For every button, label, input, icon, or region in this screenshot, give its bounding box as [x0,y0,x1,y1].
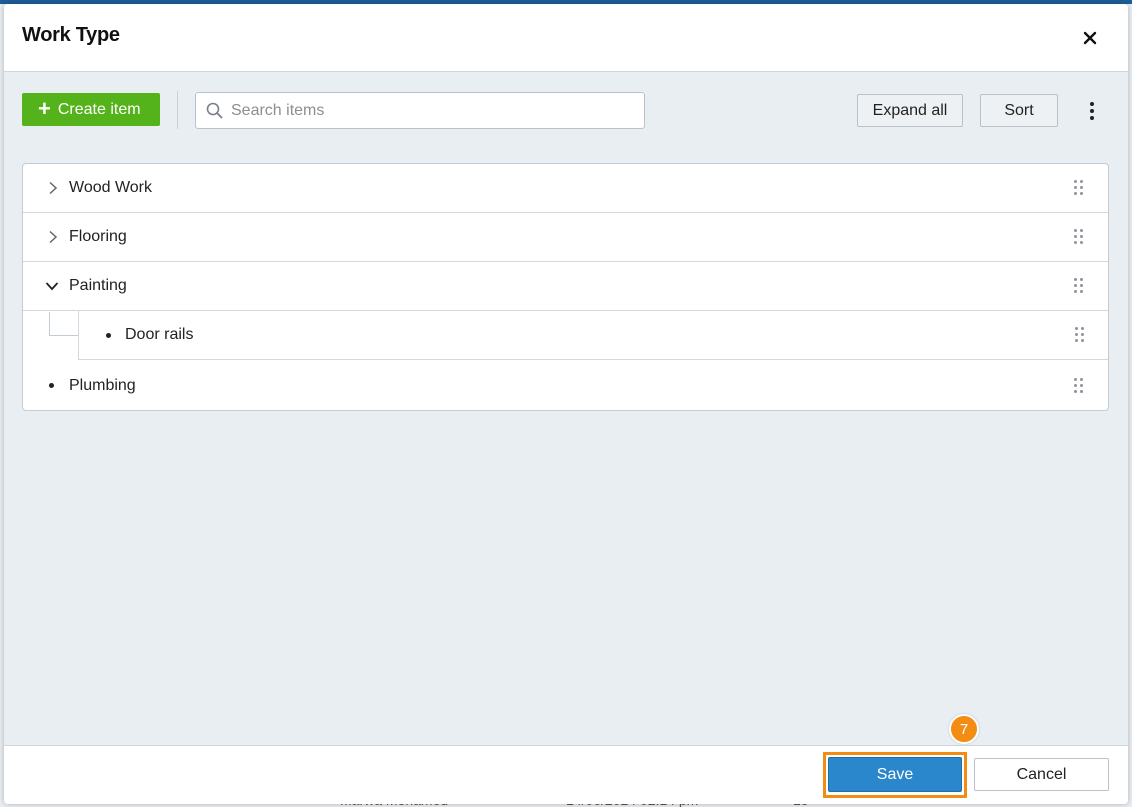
expand-all-button[interactable]: Expand all [857,94,963,127]
search-input[interactable] [231,101,631,120]
search-field[interactable] [195,92,645,129]
create-item-label: Create item [57,100,141,118]
drag-handle-icon[interactable] [1074,229,1084,245]
close-icon [1083,31,1097,45]
tree-item-label: Flooring [69,228,127,245]
more-vertical-icon [1090,102,1094,120]
bullet-icon [49,383,54,388]
tree-connector [49,312,78,336]
tree-item-label: Wood Work [69,179,152,196]
tree-item-flooring[interactable]: Flooring [23,213,1108,262]
chevron-right-icon[interactable] [46,181,60,195]
close-button[interactable] [1076,24,1104,52]
save-button[interactable]: Save [828,757,962,792]
drag-handle-icon[interactable] [1074,180,1084,196]
sort-button[interactable]: Sort [980,94,1058,127]
create-item-button[interactable]: + Create item [22,93,160,126]
cancel-button[interactable]: Cancel [974,758,1109,791]
bullet-icon [106,332,111,338]
search-icon [206,102,223,119]
work-type-dialog: Work Type + Create item Expand all Sort [4,4,1128,804]
toolbar: + Create item Expand all Sort [4,72,1128,144]
more-options-button[interactable] [1080,96,1104,126]
dialog-footer: Save Cancel [4,745,1128,804]
drag-handle-icon[interactable] [1074,377,1084,394]
drag-handle-icon[interactable] [1074,278,1084,294]
chevron-right-icon[interactable] [46,230,60,244]
chevron-down-icon[interactable] [45,279,59,293]
step-badge: 7 [949,714,979,744]
tree-item-label: Door rails [125,326,194,343]
dialog-title: Work Type [22,24,120,46]
work-type-tree: Wood Work Flooring Painting Door rails P… [22,163,1109,411]
tree-item-painting[interactable]: Painting [23,262,1108,311]
tree-item-plumbing[interactable]: Plumbing [23,361,1108,410]
plus-icon: + [38,95,51,121]
tree-item-wood-work[interactable]: Wood Work [23,164,1108,213]
tree-item-label: Painting [69,277,127,294]
dialog-header: Work Type [4,4,1128,72]
drag-handle-icon[interactable] [1075,327,1085,343]
toolbar-divider [177,91,178,129]
tree-item-door-rails[interactable]: Door rails [78,311,1108,360]
tree-item-label: Plumbing [69,376,136,394]
